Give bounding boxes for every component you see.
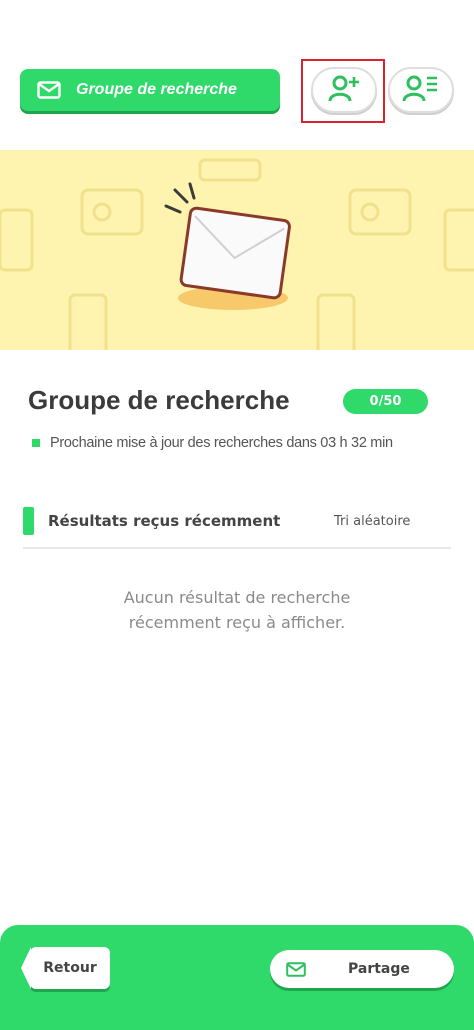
envelope-icon <box>286 958 308 980</box>
empty-message-line-2: récemment reçu à afficher. <box>128 613 346 632</box>
bullet-marker <box>32 439 40 447</box>
header-title: Groupe de recherche <box>76 81 237 98</box>
empty-message-line-1: Aucun résultat de recherche <box>123 588 351 607</box>
random-sort-button[interactable]: Tri aléatoire <box>334 514 410 529</box>
envelope-icon <box>36 77 62 103</box>
envelope-illustration <box>179 206 291 300</box>
back-button[interactable]: Retour <box>21 947 110 989</box>
mail-banner <box>0 150 474 350</box>
friend-list-button[interactable] <box>388 67 454 113</box>
search-group-title-pill: Groupe de recherche <box>20 69 280 111</box>
back-button-label: Retour <box>43 960 97 976</box>
empty-results-message: Aucun résultat de recherche récemment re… <box>60 585 414 635</box>
divider <box>23 547 451 549</box>
section-marker <box>23 507 34 535</box>
next-update-text: Prochaine mise à jour des recherches dan… <box>50 435 393 451</box>
group-title: Groupe de recherche <box>28 385 290 415</box>
person-list-icon <box>402 73 440 107</box>
member-count-badge: 0/50 <box>343 389 428 414</box>
selection-highlight <box>301 59 385 123</box>
recent-results-header: Résultats reçus récemment <box>48 512 281 530</box>
share-button-label: Partage <box>348 961 410 977</box>
share-button[interactable]: Partage <box>270 950 454 988</box>
